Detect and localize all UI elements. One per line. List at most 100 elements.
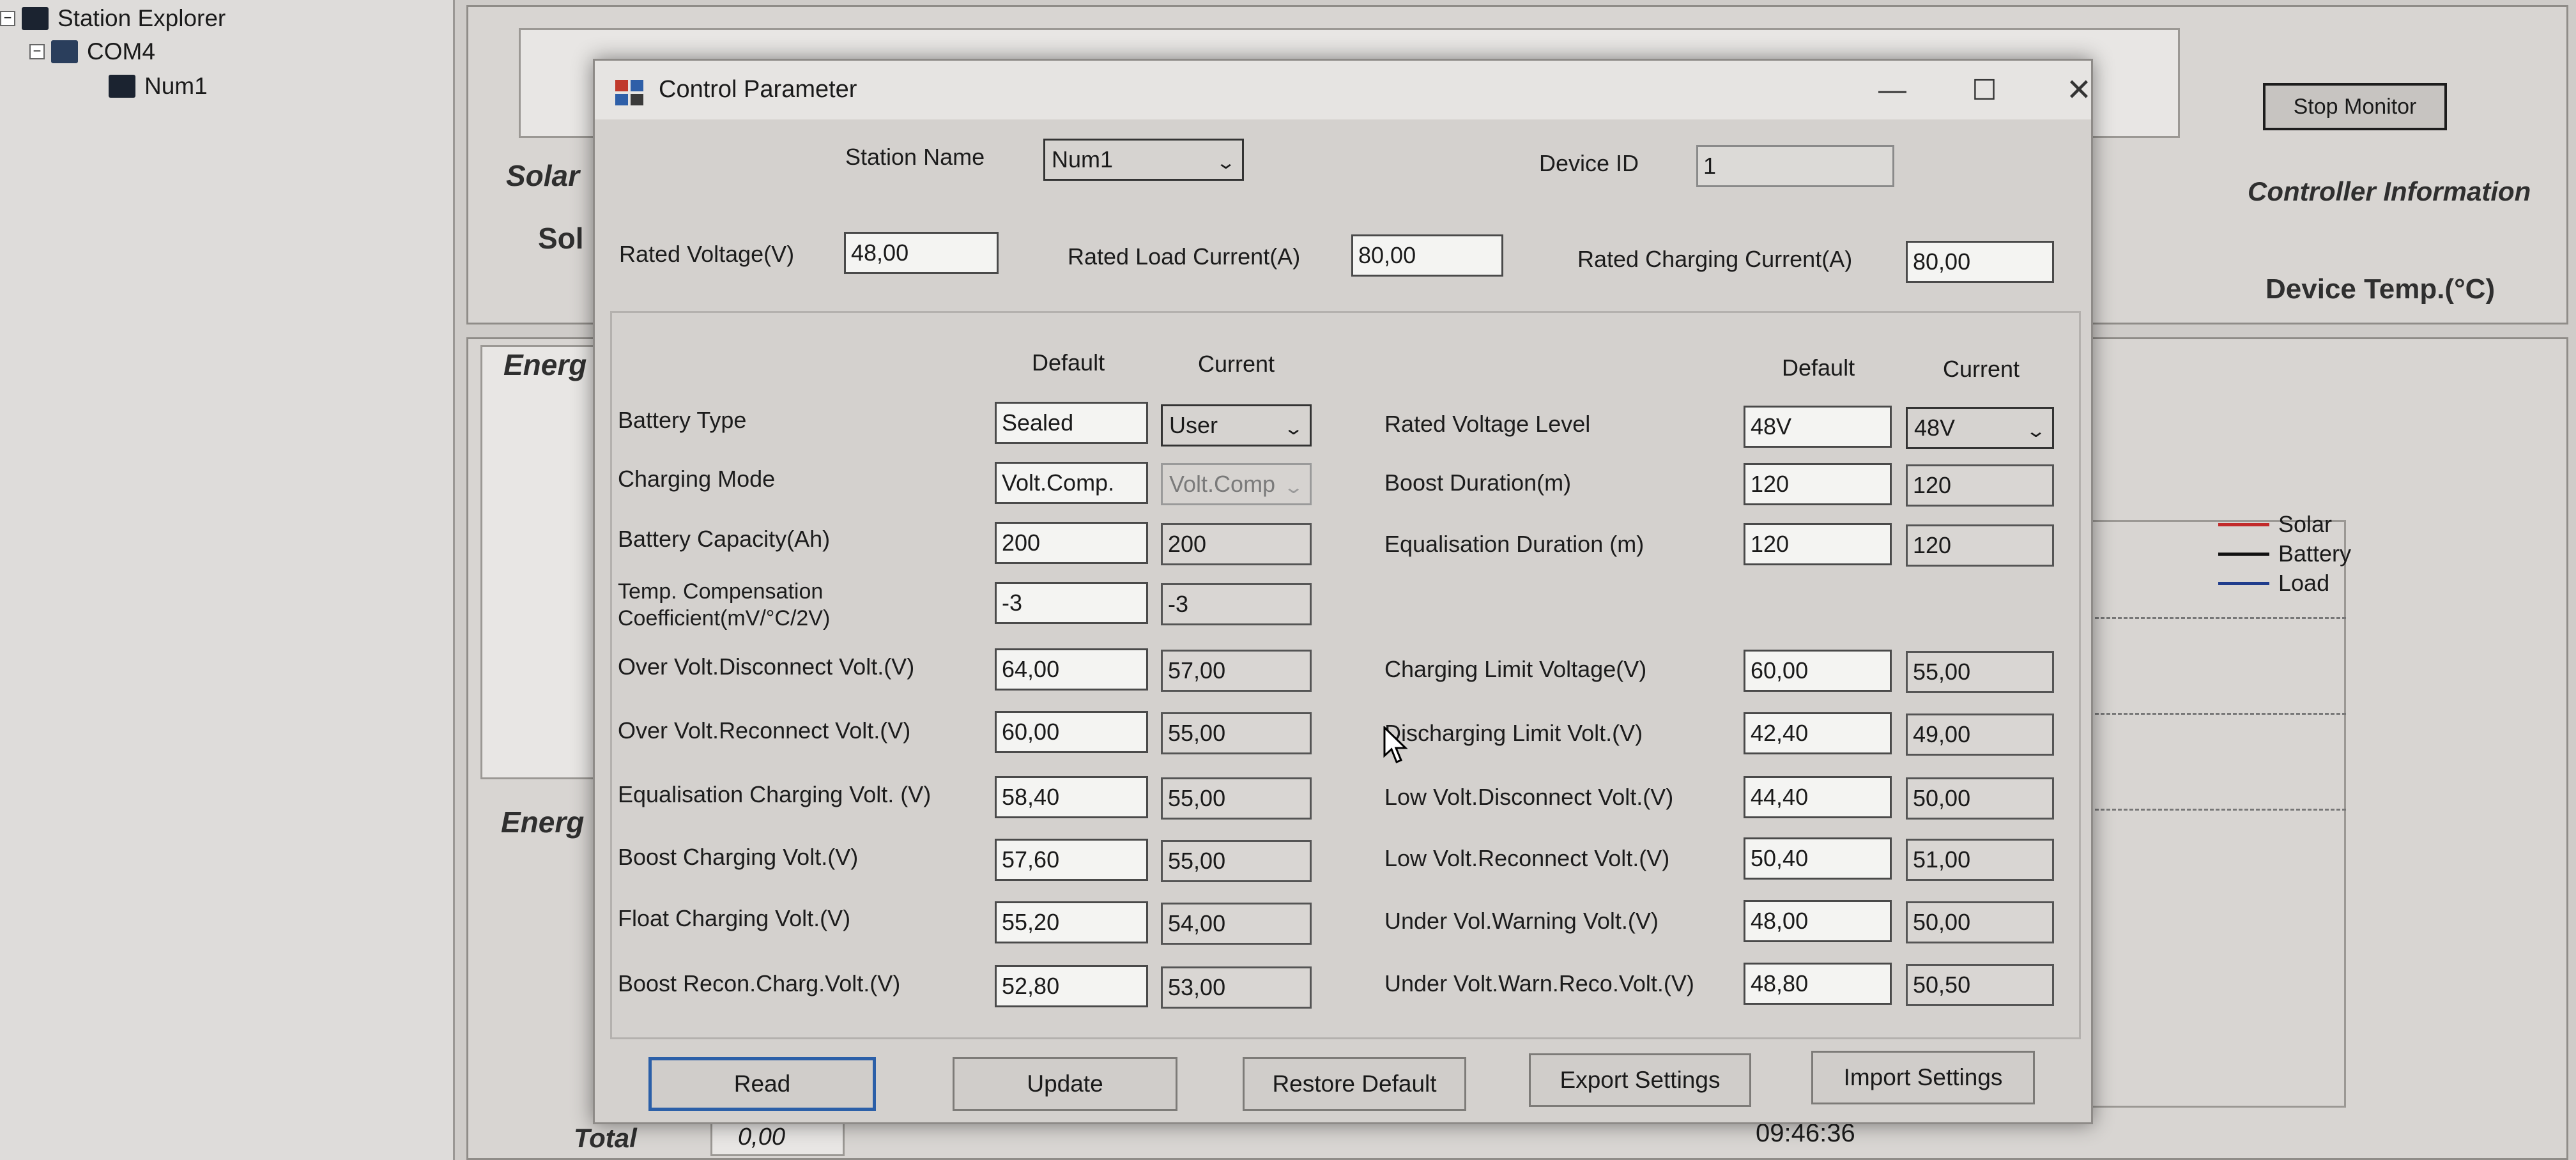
chart-gridline <box>2078 713 2346 715</box>
station-icon <box>109 75 135 98</box>
float-charging-volt-label: Float Charging Volt.(V) <box>618 905 851 931</box>
select-value: Volt.Comp <box>1169 471 1276 497</box>
legend-swatch <box>2218 581 2269 585</box>
low-volt-reconnect-default: 50,40 <box>1744 837 1892 880</box>
over-volt-disconnect-current[interactable]: 57,00 <box>1161 650 1312 692</box>
boost-recon-charg-volt-current[interactable]: 53,00 <box>1161 966 1312 1009</box>
boost-duration-default: 120 <box>1744 463 1892 505</box>
battery-capacity-label: Battery Capacity(Ah) <box>618 526 831 552</box>
legend-swatch <box>2218 552 2269 556</box>
low-volt-disconnect-current[interactable]: 50,00 <box>1906 777 2054 820</box>
legend-item-load: Load <box>2218 570 2329 597</box>
station-name-label: Station Name <box>845 144 985 170</box>
equalisation-duration-label: Equalisation Duration (m) <box>1384 531 1644 557</box>
solar-sub-label: Sol <box>538 222 584 255</box>
low-volt-reconnect-label: Low Volt.Reconnect Volt.(V) <box>1384 845 1670 871</box>
charging-limit-voltage-label: Charging Limit Voltage(V) <box>1384 656 1647 682</box>
low-volt-disconnect-default: 44,40 <box>1744 776 1892 818</box>
maximize-button[interactable]: ☐ <box>1949 70 2020 111</box>
charging-limit-voltage-current[interactable]: 55,00 <box>1906 651 2054 693</box>
under-volt-warn-reco-current[interactable]: 50,50 <box>1906 964 2054 1006</box>
under-volt-warn-reco-default: 48,80 <box>1744 963 1892 1005</box>
under-volt-warn-reco-label: Under Volt.Warn.Reco.Volt.(V) <box>1384 970 1694 996</box>
tree-item-label: COM4 <box>87 38 155 65</box>
energy-section-label: Energ <box>503 348 587 381</box>
rated-voltage-label: Rated Voltage(V) <box>619 241 795 267</box>
discharging-limit-volt-current[interactable]: 49,00 <box>1906 714 2054 756</box>
read-button[interactable]: Read <box>648 1057 876 1111</box>
control-parameter-dialog: Control Parameter — ☐ ✕ Station Name Num… <box>593 59 2093 1124</box>
boost-charging-volt-label: Boost Charging Volt.(V) <box>618 844 859 870</box>
float-charging-volt-current[interactable]: 54,00 <box>1161 903 1312 945</box>
serial-port-icon <box>51 40 78 63</box>
total-label: Total <box>574 1123 637 1153</box>
dialog-titlebar[interactable]: Control Parameter — ☐ ✕ <box>595 61 2092 119</box>
low-volt-reconnect-current[interactable]: 51,00 <box>1906 839 2054 881</box>
equalisation-duration-current[interactable]: 120 <box>1906 524 2054 567</box>
boost-duration-label: Boost Duration(m) <box>1384 469 1572 496</box>
boost-charging-volt-current[interactable]: 55,00 <box>1161 840 1312 882</box>
chevron-down-icon: ⌄ <box>1215 153 1236 172</box>
tree-item-com4[interactable]: − COM4 <box>29 38 155 65</box>
select-value: User <box>1169 412 1218 438</box>
legend-item-battery: Battery <box>2218 540 2351 567</box>
right-current-header: Current <box>1943 356 2020 382</box>
total-value: 0,00 <box>710 1122 845 1156</box>
chevron-down-icon: ⌄ <box>1282 477 1304 497</box>
over-volt-disconnect-default: 64,00 <box>995 648 1148 691</box>
device-id-label: Device ID <box>1539 150 1639 176</box>
chart-gridline <box>2078 809 2346 811</box>
tree-item-label: Station Explorer <box>57 5 226 31</box>
chevron-down-icon: ⌄ <box>1282 418 1304 438</box>
left-default-header: Default <box>1032 349 1105 376</box>
boost-recon-charg-volt-default: 52,80 <box>995 965 1148 1007</box>
collapse-icon[interactable]: − <box>29 44 45 59</box>
rated-load-current-field[interactable]: 80,00 <box>1351 234 1503 277</box>
legend-item-solar: Solar <box>2218 511 2332 538</box>
device-temp-label: Device Temp.(°C) <box>2266 273 2496 305</box>
temp-compensation-current[interactable]: -3 <box>1161 583 1312 625</box>
restore-default-button[interactable]: Restore Default <box>1243 1057 1466 1111</box>
select-value: Num1 <box>1052 146 1114 172</box>
station-explorer-icon <box>22 7 49 30</box>
under-vol-warning-default: 48,00 <box>1744 900 1892 942</box>
right-default-header: Default <box>1782 355 1855 381</box>
legend-label: Solar <box>2278 511 2333 537</box>
legend-label: Battery <box>2278 540 2352 567</box>
battery-capacity-current[interactable]: 200 <box>1161 523 1312 565</box>
mouse-cursor-icon <box>1383 726 1408 763</box>
chevron-down-icon: ⌄ <box>2025 421 2046 441</box>
rated-voltage-level-select[interactable]: 48V ⌄ <box>1906 407 2054 449</box>
minimize-button[interactable]: — <box>1857 70 1928 111</box>
tree-item-num1[interactable]: Num1 <box>109 73 208 100</box>
equalisation-charging-volt-current[interactable]: 55,00 <box>1161 777 1312 820</box>
rated-load-current-label: Rated Load Current(A) <box>1068 243 1301 270</box>
charging-limit-voltage-default: 60,00 <box>1744 650 1892 692</box>
temp-compensation-default: -3 <box>995 582 1148 624</box>
over-volt-reconnect-current[interactable]: 55,00 <box>1161 712 1312 754</box>
tree-item-label: Num1 <box>144 73 208 99</box>
close-button[interactable]: ✕ <box>2044 70 2114 111</box>
device-id-field[interactable]: 1 <box>1696 145 1894 187</box>
station-name-select[interactable]: Num1 ⌄ <box>1043 139 1244 181</box>
energy-section-label: Energ <box>501 805 585 839</box>
rated-charging-current-field[interactable]: 80,00 <box>1906 241 2054 283</box>
battery-type-label: Battery Type <box>618 407 747 433</box>
update-button[interactable]: Update <box>953 1057 1177 1111</box>
charging-mode-label: Charging Mode <box>618 466 776 492</box>
battery-capacity-default: 200 <box>995 522 1148 564</box>
stop-monitor-button[interactable]: Stop Monitor <box>2263 83 2447 130</box>
export-settings-button[interactable]: Export Settings <box>1529 1053 1751 1107</box>
over-volt-disconnect-label: Over Volt.Disconnect Volt.(V) <box>618 653 915 680</box>
equalisation-charging-volt-label: Equalisation Charging Volt. (V) <box>618 781 931 807</box>
tree-item-station-explorer[interactable]: − Station Explorer <box>0 5 226 32</box>
collapse-icon[interactable]: − <box>0 11 15 26</box>
chart-area <box>2078 520 2346 1108</box>
battery-type-select[interactable]: User ⌄ <box>1161 404 1312 446</box>
chart-gridline <box>2078 617 2346 619</box>
rated-voltage-field[interactable]: 48,00 <box>844 232 999 274</box>
import-settings-button[interactable]: Import Settings <box>1811 1051 2035 1104</box>
boost-duration-current[interactable]: 120 <box>1906 464 2054 507</box>
under-vol-warning-current[interactable]: 50,00 <box>1906 901 2054 943</box>
controller-info-label: Controller Information <box>2248 176 2531 206</box>
